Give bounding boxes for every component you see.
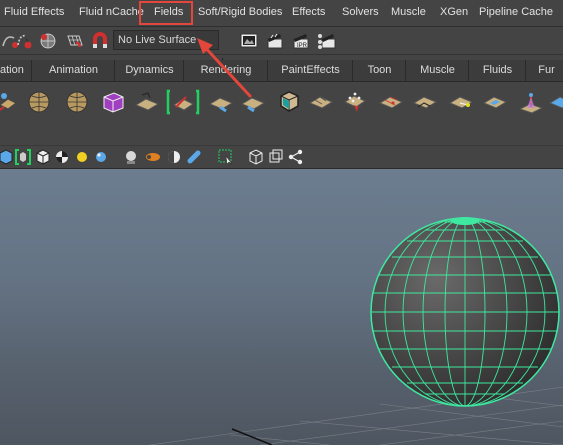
menu-fluid-effects[interactable]: Fluid Effects — [4, 6, 64, 18]
live-surface-field[interactable]: No Live Surface — [113, 30, 219, 50]
menu-fluid-ncache[interactable]: Fluid nCache — [79, 6, 144, 18]
select-rect-icon[interactable] — [218, 149, 234, 165]
emitter-plane-icon[interactable] — [134, 89, 160, 115]
svg-text:IPR: IPR — [297, 43, 308, 49]
plane-select-icon[interactable] — [448, 89, 474, 115]
half-sphere-icon[interactable] — [166, 149, 182, 165]
render-view-icon[interactable] — [238, 30, 260, 52]
tab-dynamics[interactable]: Dynamics — [116, 60, 184, 81]
tab-muscle[interactable]: Muscle — [407, 60, 469, 81]
sphere-grey-icon[interactable] — [123, 149, 139, 165]
pill-icon[interactable] — [186, 149, 202, 165]
tab-rendering[interactable]: Rendering — [185, 60, 268, 81]
menu-soft-rigid-bodies[interactable]: Soft/Rigid Bodies — [198, 6, 282, 18]
tab-animation[interactable]: Animation — [33, 60, 115, 81]
render-settings-icon[interactable] — [316, 30, 338, 52]
plane-tool-icon[interactable] — [208, 89, 234, 115]
viewport-canvas — [149, 217, 563, 445]
field-select-icon[interactable] — [166, 89, 200, 115]
cube-drop-icon[interactable] — [276, 89, 302, 115]
shelf-tabs: ation Animation Dynamics Rendering Paint… — [0, 60, 563, 82]
clapper-icon[interactable] — [264, 30, 286, 52]
tab-fur[interactable]: Fur — [527, 60, 563, 81]
panel-toolbar — [0, 146, 563, 169]
tab-toon[interactable]: Toon — [354, 60, 406, 81]
snap-sphere-icon[interactable] — [37, 30, 59, 52]
plane-tool-icon[interactable] — [412, 89, 438, 115]
ipr-render-icon[interactable]: IPR — [290, 30, 312, 52]
cube-wire-icon[interactable] — [268, 149, 284, 165]
plane-tool-icon[interactable] — [482, 89, 508, 115]
toolbar-spacer — [0, 120, 563, 146]
share-icon[interactable] — [288, 149, 304, 165]
tab-fluids[interactable]: Fluids — [470, 60, 526, 81]
plane-tool-icon[interactable] — [378, 89, 404, 115]
tab-animation-partial[interactable]: ation — [0, 60, 32, 81]
sphere-icon[interactable] — [93, 149, 109, 165]
plane-tool-icon[interactable] — [548, 89, 563, 115]
bracket-select-icon[interactable] — [15, 149, 31, 165]
tab-painteffects[interactable]: PaintEffects — [269, 60, 353, 81]
3d-viewport[interactable] — [0, 169, 563, 445]
main-menubar: Fluid Effects Fluid nCache Fields Soft/R… — [0, 0, 563, 27]
poly-sphere[interactable] — [370, 217, 560, 407]
shelf-icons — [0, 82, 563, 120]
plane-tool-icon[interactable] — [308, 89, 334, 115]
plane-tool-icon[interactable] — [240, 89, 266, 115]
status-line: IPR — [0, 27, 563, 76]
cube-icon[interactable] — [35, 149, 51, 165]
fields-highlight-box — [139, 1, 193, 25]
cube-wire-icon[interactable] — [248, 149, 264, 165]
menu-pipeline-cache[interactable]: Pipeline Cache — [479, 6, 553, 18]
snap-point-icon[interactable] — [14, 30, 36, 52]
menu-solvers[interactable]: Solvers — [342, 6, 379, 18]
particle-sphere-icon[interactable] — [64, 89, 90, 115]
dynamics-tool-icon[interactable] — [0, 89, 20, 115]
sphere-light-icon[interactable] — [74, 149, 90, 165]
menu-xgen[interactable]: XGen — [440, 6, 468, 18]
fluid-container-icon[interactable] — [100, 89, 126, 115]
cube-icon[interactable] — [0, 149, 14, 165]
grid-axis-line — [231, 428, 273, 445]
fountain-icon[interactable] — [518, 89, 544, 115]
particle-grid-icon[interactable] — [342, 89, 368, 115]
particle-sphere-icon[interactable] — [26, 89, 52, 115]
menu-effects[interactable]: Effects — [292, 6, 325, 18]
checker-icon[interactable] — [54, 149, 70, 165]
snap-grid-icon[interactable] — [63, 30, 85, 52]
capsule-icon[interactable] — [145, 149, 161, 165]
menu-muscle[interactable]: Muscle — [391, 6, 426, 18]
magnet-icon[interactable] — [89, 30, 111, 52]
